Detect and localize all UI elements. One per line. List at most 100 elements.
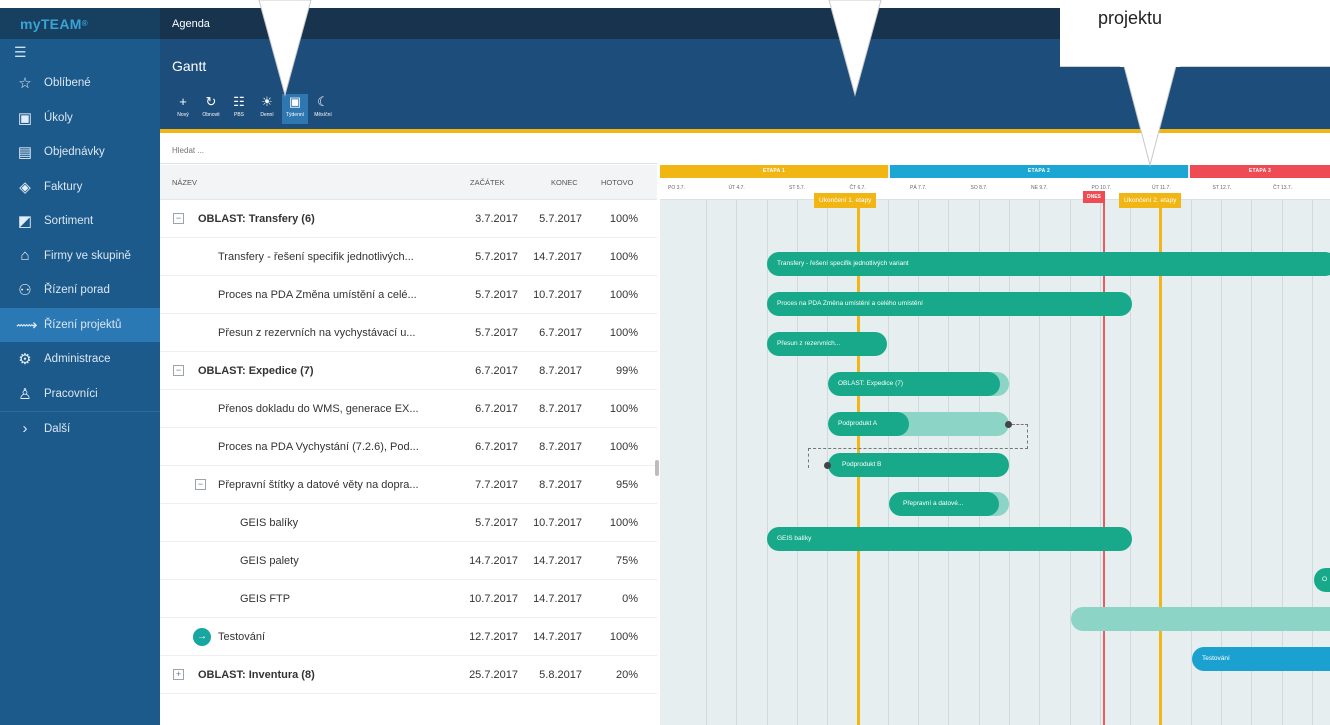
callout-text: projektu	[1098, 8, 1163, 28]
callout-pointer-1	[258, 0, 312, 97]
table-row[interactable]: GEIS FTP 10.7.2017 14.7.2017 0%	[160, 580, 657, 618]
row-done: 100%	[609, 327, 638, 339]
hamburger-icon[interactable]: ☰	[0, 39, 160, 66]
app-logo[interactable]: myTEAM ®	[0, 8, 160, 39]
sidebar-item-10[interactable]: › Další	[0, 411, 160, 446]
sidebar-item-3[interactable]: ◈ Faktury	[0, 170, 160, 205]
table-row[interactable]: − OBLAST: Transfery (6) 3.7.2017 5.7.2017 10…	[160, 200, 657, 238]
day-label: ST 5.7.	[789, 185, 806, 191]
row-end: 14.7.2017	[533, 631, 582, 643]
gantt-bar-geis-baliky[interactable]: GEIS balíky	[767, 527, 1132, 551]
gantt-bar-proces-pda[interactable]: Proces na PDA Změna umístění a celého um…	[767, 292, 1132, 316]
expand-toggle[interactable]: −	[173, 213, 184, 224]
day-label: ST 12.7.	[1212, 185, 1232, 191]
row-name: Přepravní štítky a datové věty na dopra.…	[218, 479, 419, 491]
sidebar-item-0[interactable]: ☆ Oblíbené	[0, 66, 160, 101]
table-row[interactable]: Proces na PDA Vychystání (7.2.6), Pod...…	[160, 428, 657, 466]
sidebar-item-label: Firmy ve skupině	[44, 249, 131, 262]
day-label: PO 3.7.	[668, 185, 685, 191]
sidebar-item-label: Oblíbené	[44, 77, 91, 90]
toolbar-icon: ↻	[205, 94, 217, 109]
gantt-bar-prepravni[interactable]: Přepravní a datové...	[889, 492, 1009, 516]
row-end: 8.7.2017	[539, 403, 582, 415]
grid-line	[736, 200, 738, 725]
callout-pointer-2	[828, 0, 882, 97]
stage-header-1: ETAPA 1	[660, 165, 888, 178]
column-header-name[interactable]: NÁZEV	[172, 178, 197, 187]
gantt-bar-presun[interactable]: Přesun z rezervních...	[767, 332, 887, 356]
sidebar-item-label: Úkoly	[44, 111, 73, 124]
toolbar-icon: ☾	[317, 94, 329, 109]
grid-line	[1190, 200, 1192, 725]
sidebar-item-9[interactable]: ♙ Pracovníci	[0, 377, 160, 412]
toolbar-icon: +	[179, 94, 187, 109]
stage-header-3: ETAPA 3	[1190, 165, 1330, 178]
table-row[interactable]: → Testování 12.7.2017 14.7.2017 100%	[160, 618, 657, 656]
toolbar-button-1[interactable]: ↻ Obnovit	[198, 94, 224, 124]
row-done: 95%	[615, 479, 638, 491]
sidebar-item-label: Faktury	[44, 180, 83, 193]
column-header-start[interactable]: ZAČÁTEK	[470, 178, 505, 187]
sidebar-item-6[interactable]: ⚇ Řízení porad	[0, 273, 160, 308]
sidebar-item-icon: ▣	[17, 109, 33, 127]
table-row[interactable]: − OBLAST: Expedice (7) 6.7.2017 8.7.2017 99%	[160, 352, 657, 390]
table-row[interactable]: Proces na PDA Změna umístění a celé... 5.…	[160, 276, 657, 314]
table-header: NÁZEV ZAČÁTEK KONEC HOTOVO	[160, 165, 657, 200]
sidebar-item-8[interactable]: ⚙ Administrace	[0, 342, 160, 377]
column-header-end[interactable]: KONEC	[551, 178, 578, 187]
toolbar-button-0[interactable]: + Nový	[170, 94, 196, 124]
sidebar-item-icon: ⚙	[18, 351, 32, 369]
gantt-bar-podprodukt-a[interactable]: Podprodukt A	[828, 412, 1009, 436]
row-done: 99%	[615, 365, 638, 377]
row-start: 6.7.2017	[475, 365, 518, 377]
gantt-bar-testovani[interactable]: Testování	[1192, 647, 1330, 671]
row-done: 100%	[609, 251, 638, 263]
search-input[interactable]	[160, 137, 657, 164]
row-name: GEIS balíky	[240, 517, 299, 529]
day-header-row: PO 3.7. ÚT 4.7. ST 5.7. ČT 6.7. PÁ 7.7. SO 8.…	[660, 178, 1330, 200]
toolbar-button-2[interactable]: ☷ PBS	[226, 94, 252, 124]
sidebar-item-4[interactable]: ◩ Sortiment	[0, 204, 160, 239]
table-row[interactable]: Transfery - řešení specifik jednotlivých…	[160, 238, 657, 276]
gantt-bar-expedice[interactable]: OBLAST: Expedice (7)	[828, 372, 1009, 396]
sidebar-item-label: Další	[44, 422, 71, 435]
gantt-bar-transfery[interactable]: Transfery - řešení specifik jednotlivých…	[767, 252, 1330, 276]
gantt-bar-geis-palety[interactable]: O	[1314, 568, 1330, 592]
sidebar-item-icon: ⟿	[16, 316, 38, 334]
sidebar-item-icon: ☆	[18, 75, 32, 93]
sidebar-item-5[interactable]: ⌂ Firmy ve skupině	[0, 239, 160, 274]
dependency-handle-b[interactable]	[824, 462, 831, 469]
splitter-handle[interactable]	[655, 460, 659, 476]
row-start: 6.7.2017	[475, 403, 518, 415]
toolbar-label: Měsíční	[314, 112, 332, 118]
milestone-label-2[interactable]: Ukončení 2. etapy	[1119, 193, 1182, 208]
row-name: Přenos dokladu do WMS, generace EX...	[218, 403, 419, 415]
dependency-handle-a[interactable]	[1005, 421, 1012, 428]
top-bar-title: Agenda	[172, 17, 210, 30]
row-start: 10.7.2017	[469, 593, 518, 605]
table-row[interactable]: GEIS balíky 5.7.2017 10.7.2017 100%	[160, 504, 657, 542]
milestone-label-1[interactable]: Ukončení 1. etapy	[814, 193, 877, 208]
row-start: 3.7.2017	[475, 213, 518, 225]
table-row[interactable]: − Přepravní štítky a datové věty na dopra…	[160, 466, 657, 504]
day-label: PÁ 7.7.	[910, 185, 927, 191]
table-row[interactable]: Přenos dokladu do WMS, generace EX... 6.7…	[160, 390, 657, 428]
sidebar-item-2[interactable]: ▤ Objednávky	[0, 135, 160, 170]
expand-toggle[interactable]: +	[173, 669, 184, 680]
column-header-done[interactable]: HOTOVO	[601, 178, 633, 187]
table-row[interactable]: + OBLAST: Inventura (8) 25.7.2017 5.8.2017 2…	[160, 656, 657, 694]
sidebar-item-icon: ◈	[19, 178, 31, 196]
expand-toggle[interactable]: −	[195, 479, 206, 490]
sidebar-item-icon: ›	[22, 420, 28, 438]
row-name: OBLAST: Transfery (6)	[198, 213, 315, 225]
dependency-line-b	[808, 448, 1028, 449]
gantt-bar-podprodukt-b[interactable]: Podprodukt B	[828, 453, 1009, 477]
sidebar-item-1[interactable]: ▣ Úkoly	[0, 101, 160, 136]
expand-toggle[interactable]: −	[173, 365, 184, 376]
table-row[interactable]: GEIS palety 14.7.2017 14.7.2017 75%	[160, 542, 657, 580]
grid-line	[1039, 200, 1041, 725]
table-row[interactable]: Přesun z rezervních na vychystávací u...…	[160, 314, 657, 352]
sidebar-item-7[interactable]: ⟿ Řízení projektů	[0, 307, 160, 342]
row-done: 20%	[615, 669, 638, 681]
gantt-bar-geis-ftp[interactable]	[1071, 607, 1330, 631]
